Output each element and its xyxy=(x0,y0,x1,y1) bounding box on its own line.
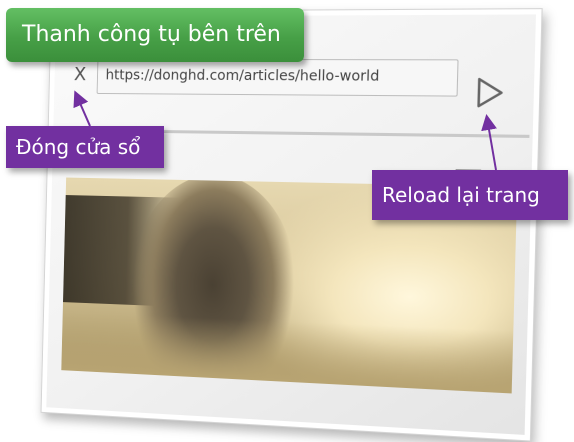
hero-ground xyxy=(61,311,514,394)
annotated-browser-screenshot: X https://donghd.com/articles/hello-worl… xyxy=(0,0,574,442)
url-bar[interactable]: https://donghd.com/articles/hello-world xyxy=(96,58,459,97)
callout-reload: Reload lại trang xyxy=(372,170,568,220)
callout-top-bar: Thanh công tụ bên trên xyxy=(6,8,304,62)
url-text: https://donghd.com/articles/hello-world xyxy=(105,67,380,85)
browser-window: X https://donghd.com/articles/hello-worl… xyxy=(40,8,543,442)
close-icon[interactable]: X xyxy=(68,63,91,87)
callout-close-window: Đóng cửa sổ xyxy=(6,126,164,168)
play-reload-icon[interactable] xyxy=(474,76,505,109)
